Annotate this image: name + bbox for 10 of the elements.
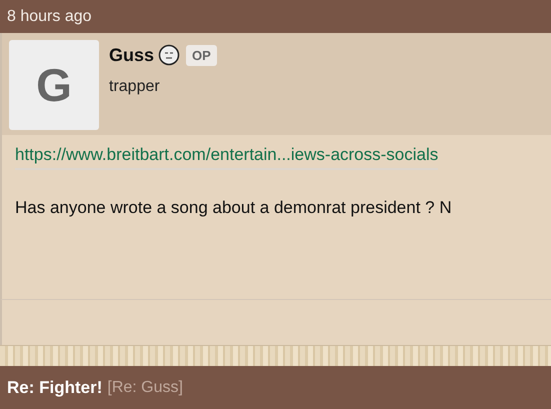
post-text: Has anyone wrote a song about a demonrat president ? N [15,198,453,218]
post-time: 8 hours ago [7,8,92,26]
post-link[interactable]: https://www.breitbart.com/entertain...iews-across-socials [15,145,438,170]
post-title[interactable]: Re: Fighter! [7,378,102,398]
neutral-face-icon [158,44,180,66]
avatar: G [9,40,99,130]
reply-to: [Re: Guss] [107,378,183,396]
author-name[interactable]: Guss [109,44,154,66]
op-badge: OP [186,44,217,66]
user-title: trapper [109,78,161,96]
